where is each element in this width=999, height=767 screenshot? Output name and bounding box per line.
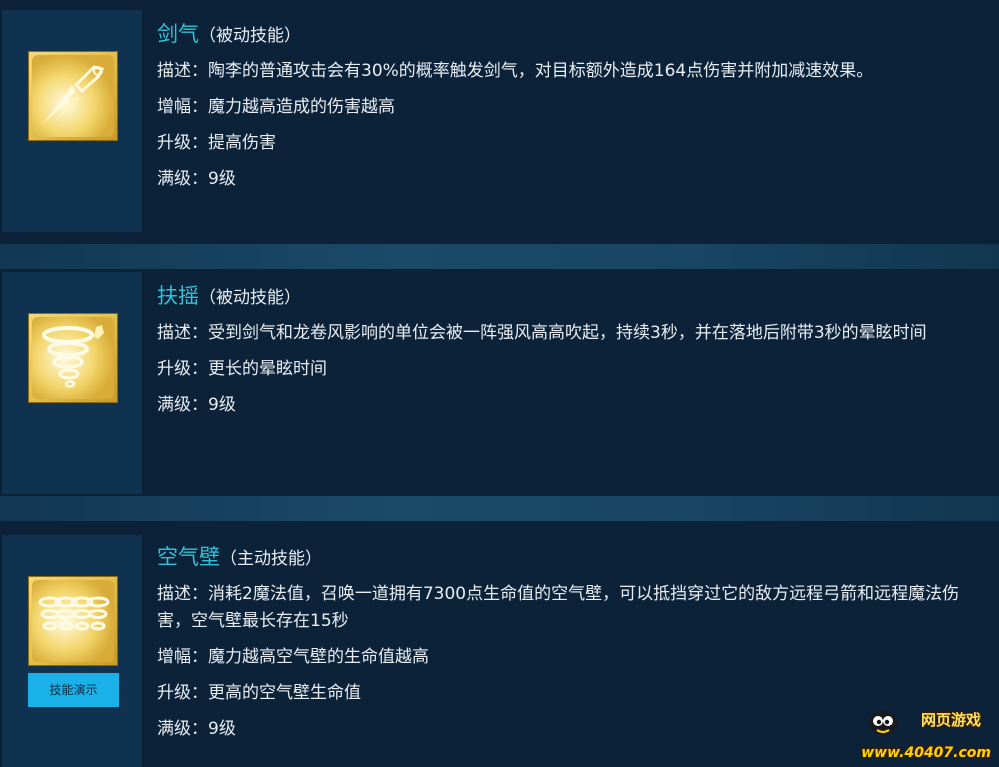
sword-qi-icon xyxy=(28,51,118,141)
tornado-icon xyxy=(28,313,118,403)
skill-row-fuyao: 扶摇（被动技能） 描述：受到剑气和龙卷风影响的单位会被一阵强风高高吹起，持续3秒… xyxy=(0,272,999,494)
skill-icon-panel xyxy=(2,10,142,232)
skill-icon-panel: 技能演示 xyxy=(2,535,142,767)
skill-description: 描述：受到剑气和龙卷风影响的单位会被一阵强风高高吹起，持续3秒，并在落地后附带3… xyxy=(157,323,927,343)
skill-name: 剑气 xyxy=(157,22,199,46)
skill-max-level: 满级：9级 xyxy=(157,395,236,415)
skill-type: （被动技能） xyxy=(199,288,301,308)
section-divider xyxy=(0,244,999,269)
mascot-logo-icon xyxy=(869,711,897,735)
skill-amplify: 增幅：魔力越高造成的伤害越高 xyxy=(157,97,395,117)
skill-description: 描述：消耗2魔法值，召唤一道拥有7300点生命值的空气壁，可以抵挡穿过它的敌方远… xyxy=(157,584,960,631)
skill-details: 剑气（被动技能） 描述：陶李的普通攻击会有30%的概率触发剑气，对目标额外造成1… xyxy=(157,16,977,193)
skill-amplify: 增幅：魔力越高空气壁的生命值越高 xyxy=(157,647,429,667)
skill-upgrade: 升级：更高的空气壁生命值 xyxy=(157,683,361,703)
skill-type: （主动技能） xyxy=(220,549,322,569)
skill-name: 扶摇 xyxy=(157,284,199,308)
skill-title: 剑气（被动技能） xyxy=(157,16,977,52)
skill-name: 空气壁 xyxy=(157,545,220,569)
skill-icon-panel xyxy=(2,272,142,494)
skill-description: 描述：陶李的普通攻击会有30%的概率触发剑气，对目标额外造成164点伤害并附加减… xyxy=(157,61,874,81)
skill-demo-button[interactable]: 技能演示 xyxy=(28,673,119,707)
skill-upgrade: 升级：提高伤害 xyxy=(157,133,276,153)
skill-row-jianqi: 剑气（被动技能） 描述：陶李的普通攻击会有30%的概率触发剑气，对目标额外造成1… xyxy=(0,10,999,232)
skill-row-kongqibi: 技能演示 空气壁（主动技能） 描述：消耗2魔法值，召唤一道拥有7300点生命值的… xyxy=(0,535,999,767)
skill-type: （被动技能） xyxy=(199,26,301,46)
skill-details: 扶摇（被动技能） 描述：受到剑气和龙卷风影响的单位会被一阵强风高高吹起，持续3秒… xyxy=(157,278,977,419)
skill-title: 扶摇（被动技能） xyxy=(157,278,977,314)
site-watermark: 网页游戏 www.40407.com xyxy=(861,707,991,763)
skill-max-level: 满级：9级 xyxy=(157,719,236,739)
skill-title: 空气壁（主动技能） xyxy=(157,539,977,575)
skill-upgrade: 升级：更长的晕眩时间 xyxy=(157,359,327,379)
section-divider xyxy=(0,496,999,521)
air-wall-icon xyxy=(28,576,118,666)
skill-details: 空气壁（主动技能） 描述：消耗2魔法值，召唤一道拥有7300点生命值的空气壁，可… xyxy=(157,539,977,743)
watermark-url: www.40407.com xyxy=(861,745,991,761)
skill-max-level: 满级：9级 xyxy=(157,169,236,189)
watermark-title: 网页游戏 xyxy=(920,711,981,729)
